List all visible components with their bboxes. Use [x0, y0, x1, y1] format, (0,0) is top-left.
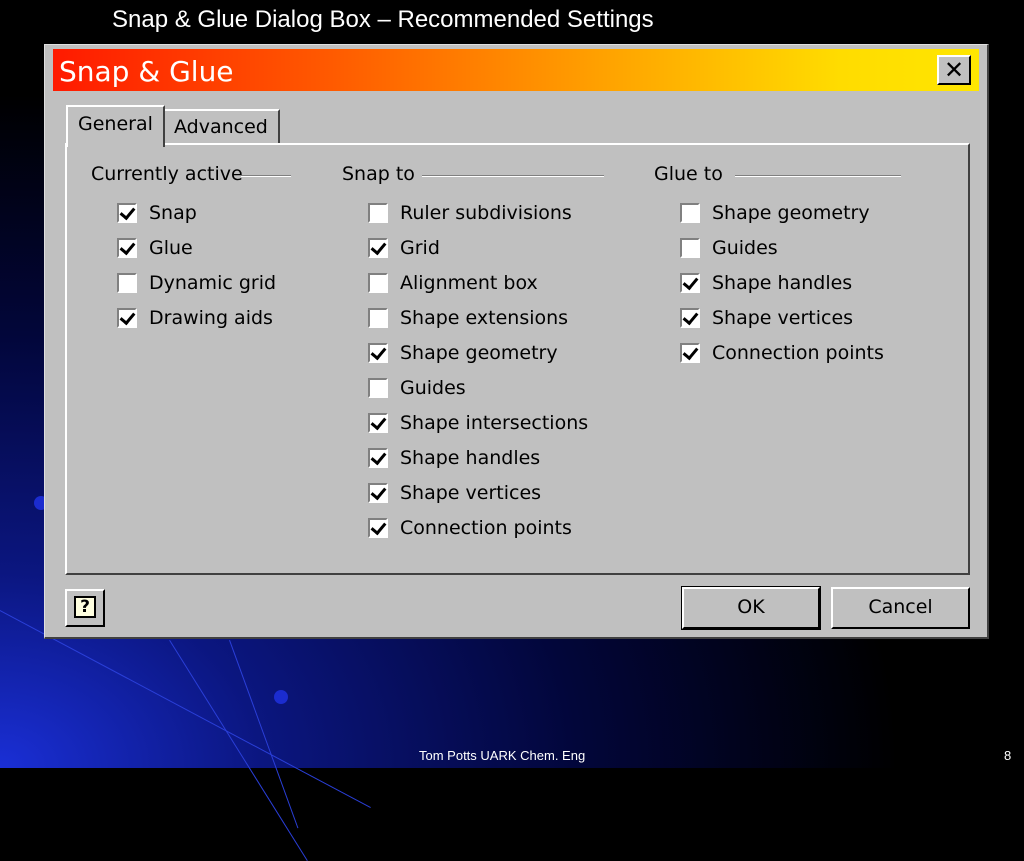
checkbox-shape-intersections[interactable]: Shape intersections: [368, 410, 588, 436]
checkbox-checked[interactable]: [680, 273, 700, 293]
checkbox-checked[interactable]: [117, 203, 137, 223]
checkbox-label: Guides: [400, 377, 466, 399]
checkbox-snap-connection-points[interactable]: Connection points: [368, 515, 572, 541]
tab-general[interactable]: General: [66, 105, 165, 147]
checkbox-unchecked[interactable]: [368, 203, 388, 223]
help-icon: ?: [74, 596, 96, 618]
checkbox-snap-shape-vertices[interactable]: Shape vertices: [368, 480, 541, 506]
checkbox-label: Shape extensions: [400, 307, 569, 329]
checkbox-label: Shape geometry: [400, 342, 558, 364]
checkbox-label: Dynamic grid: [149, 272, 277, 294]
checkbox-grid[interactable]: Grid: [368, 235, 440, 261]
checkbox-glue[interactable]: Glue: [117, 235, 193, 261]
tab-advanced[interactable]: Advanced: [162, 109, 280, 143]
checkbox-unchecked[interactable]: [117, 273, 137, 293]
checkbox-label: Shape vertices: [400, 482, 542, 504]
checkbox-checked[interactable]: [680, 343, 700, 363]
slide-title: Snap & Glue Dialog Box – Recommended Set…: [112, 6, 654, 33]
checkbox-label: Ruler subdivisions: [400, 202, 572, 224]
ok-button[interactable]: OK: [681, 586, 821, 630]
checkbox-label: Connection points: [400, 517, 572, 539]
checkbox-unchecked[interactable]: [680, 238, 700, 258]
checkbox-label: Shape vertices: [712, 307, 854, 329]
checkbox-dynamic-grid[interactable]: Dynamic grid: [117, 270, 276, 296]
checkbox-checked[interactable]: [368, 343, 388, 363]
page-number: 8: [1004, 748, 1012, 763]
checkbox-snap-shape-handles[interactable]: Shape handles: [368, 445, 540, 471]
checkbox-label: Guides: [712, 237, 778, 259]
checkbox-label: Grid: [400, 237, 440, 259]
close-icon: ✕: [943, 56, 965, 84]
checkbox-unchecked[interactable]: [368, 308, 388, 328]
group-label-currently-active: Currently active: [91, 163, 243, 185]
checkbox-snap-guides[interactable]: Guides: [368, 375, 466, 401]
checkbox-label: Drawing aids: [149, 307, 273, 329]
checkbox-label: Connection points: [712, 342, 884, 364]
checkbox-shape-extensions[interactable]: Shape extensions: [368, 305, 568, 331]
decorative-dot: [274, 690, 288, 704]
checkbox-checked[interactable]: [368, 518, 388, 538]
checkbox-drawing-aids[interactable]: Drawing aids: [117, 305, 273, 331]
checkbox-glue-shape-geometry[interactable]: Shape geometry: [680, 200, 870, 226]
checkbox-checked[interactable]: [117, 308, 137, 328]
checkbox-label: Shape geometry: [712, 202, 870, 224]
checkbox-label: Shape handles: [712, 272, 853, 294]
snap-glue-dialog: Snap & Glue ✕ General Advanced Currently…: [44, 44, 989, 639]
checkbox-glue-shape-handles[interactable]: Shape handles: [680, 270, 852, 296]
checkbox-snap-shape-geometry[interactable]: Shape geometry: [368, 340, 558, 366]
checkbox-label: Shape handles: [400, 447, 541, 469]
checkbox-label: Glue: [149, 237, 193, 259]
decorative-line: [0, 610, 371, 809]
group-label-glue-to: Glue to: [654, 163, 723, 185]
group-divider: [241, 175, 291, 177]
checkbox-alignment-box[interactable]: Alignment box: [368, 270, 538, 296]
checkbox-glue-connection-points[interactable]: Connection points: [680, 340, 884, 366]
dialog-title: Snap & Glue: [59, 55, 234, 88]
decorative-line: [169, 640, 308, 861]
help-button[interactable]: ?: [65, 589, 105, 627]
checkbox-unchecked[interactable]: [368, 273, 388, 293]
checkbox-snap[interactable]: Snap: [117, 200, 197, 226]
group-divider: [422, 175, 604, 177]
checkbox-checked[interactable]: [117, 238, 137, 258]
checkbox-checked[interactable]: [368, 413, 388, 433]
group-divider: [735, 175, 901, 177]
checkbox-label: Alignment box: [400, 272, 538, 294]
dialog-titlebar[interactable]: Snap & Glue ✕: [53, 49, 979, 91]
checkbox-label: Snap: [149, 202, 197, 224]
checkbox-unchecked[interactable]: [368, 378, 388, 398]
checkbox-checked[interactable]: [368, 448, 388, 468]
checkbox-unchecked[interactable]: [680, 203, 700, 223]
checkbox-checked[interactable]: [680, 308, 700, 328]
slide-footer: Tom Potts UARK Chem. Eng: [419, 748, 586, 763]
checkbox-checked[interactable]: [368, 483, 388, 503]
decorative-line: [229, 640, 299, 829]
checkbox-checked[interactable]: [368, 238, 388, 258]
checkbox-ruler-subdivisions[interactable]: Ruler subdivisions: [368, 200, 572, 226]
checkbox-glue-guides[interactable]: Guides: [680, 235, 778, 261]
group-label-snap-to: Snap to: [342, 163, 415, 185]
checkbox-label: Shape intersections: [400, 412, 589, 434]
general-tab-panel: Currently active Snap Glue Dynamic grid …: [65, 143, 970, 575]
cancel-button[interactable]: Cancel: [831, 587, 970, 629]
close-button[interactable]: ✕: [937, 55, 971, 85]
checkbox-glue-shape-vertices[interactable]: Shape vertices: [680, 305, 853, 331]
